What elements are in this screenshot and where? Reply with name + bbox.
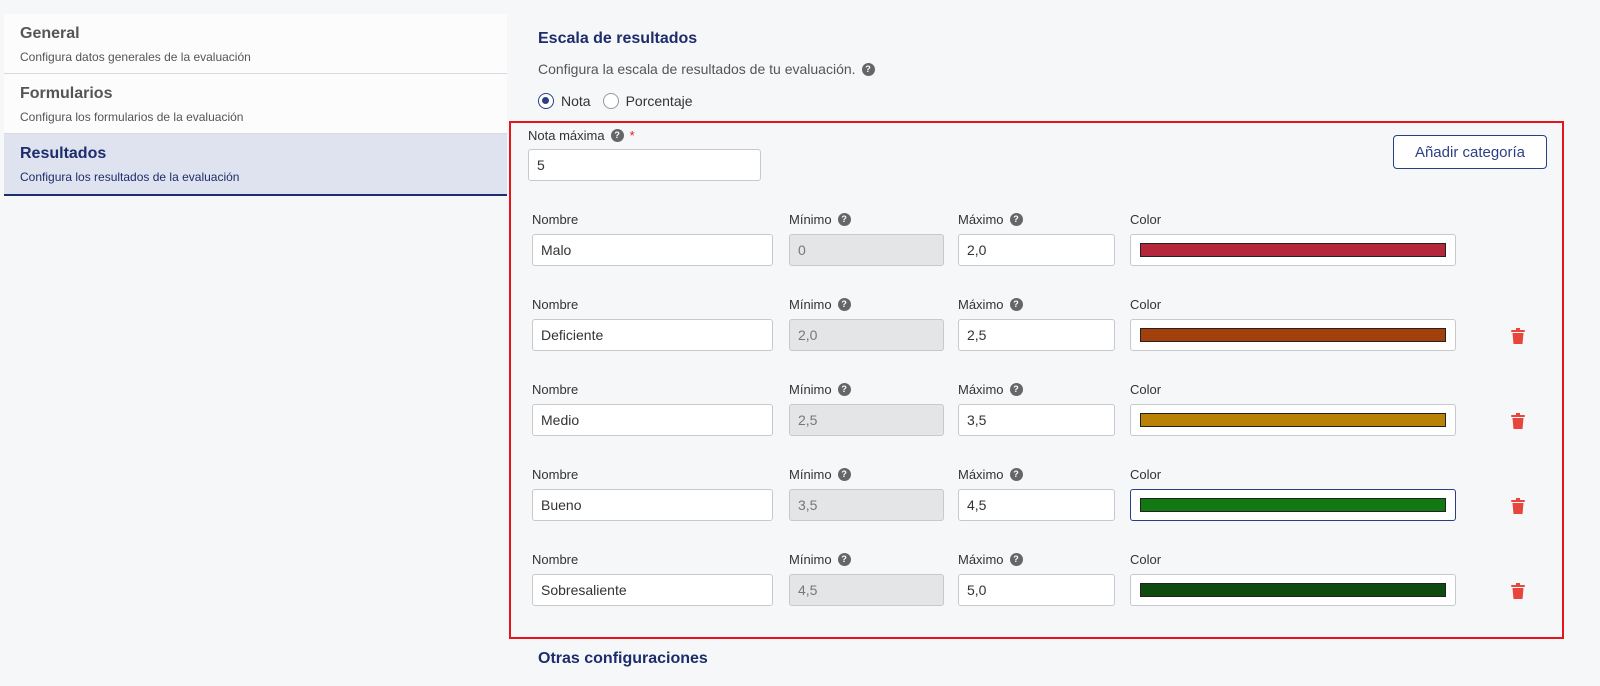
category-name-input[interactable]: Deficiente	[532, 319, 773, 351]
category-color-picker[interactable]	[1130, 574, 1456, 606]
other-settings-title: Otras configuraciones	[538, 650, 708, 667]
color-label: Color	[1130, 212, 1162, 227]
min-label-text: Mínimo	[789, 382, 832, 397]
radio-label: Nota	[561, 93, 591, 109]
category-name-input[interactable]: Medio	[532, 404, 773, 436]
min-label-text: Mínimo	[789, 297, 832, 312]
section-description-text: Configura la escala de resultados de tu …	[538, 61, 856, 77]
required-mark: *	[629, 128, 635, 143]
help-icon[interactable]: ?	[1009, 553, 1023, 566]
help-icon[interactable]: ?	[1009, 383, 1023, 396]
category-color-picker[interactable]	[1130, 234, 1456, 266]
help-icon[interactable]: ?	[1009, 213, 1023, 226]
min-label-text: Mínimo	[789, 552, 832, 567]
max-label: Máximo ?	[958, 297, 1023, 312]
help-icon[interactable]: ?	[837, 298, 851, 311]
color-swatch	[1140, 243, 1446, 257]
max-label-text: Máximo	[958, 297, 1004, 312]
help-icon[interactable]: ?	[837, 468, 851, 481]
category-max-input[interactable]: 2,5	[958, 319, 1115, 351]
radio-checked-icon[interactable]	[538, 93, 554, 109]
sidebar-item-title: Formularios	[20, 85, 113, 102]
category-color-picker[interactable]	[1130, 489, 1456, 521]
category-min-input: 4,5	[789, 574, 944, 606]
sidebar-item-title: Resultados	[20, 145, 107, 162]
help-icon[interactable]: ?	[837, 383, 851, 396]
min-label: Mínimo ?	[789, 212, 851, 227]
category-max-input[interactable]: 2,0	[958, 234, 1115, 266]
name-label: Nombre	[532, 382, 579, 397]
max-label: Máximo ?	[958, 467, 1023, 482]
color-label: Color	[1130, 297, 1162, 312]
category-min-input: 0	[789, 234, 944, 266]
trash-icon[interactable]	[1511, 328, 1525, 344]
color-label: Color	[1130, 467, 1162, 482]
trash-icon[interactable]	[1511, 498, 1525, 514]
category-max-input[interactable]: 4,5	[958, 489, 1115, 521]
help-icon[interactable]: ?	[610, 129, 624, 142]
settings-sidebar: General Configura datos generales de la …	[4, 14, 507, 196]
help-icon[interactable]: ?	[837, 213, 851, 226]
color-swatch	[1140, 583, 1446, 597]
sidebar-item-formularios[interactable]: Formularios Configura los formularios de…	[4, 74, 507, 134]
section-description: Configura la escala de resultados de tu …	[538, 61, 875, 77]
add-category-button[interactable]: Añadir categoría	[1393, 135, 1547, 169]
category-max-input[interactable]: 3,5	[958, 404, 1115, 436]
results-settings-panel: Escala de resultados Configura la escala…	[509, 0, 1600, 686]
max-label: Máximo ?	[958, 552, 1023, 567]
highlight-frame	[509, 121, 1564, 639]
scale-type-radio-group: Nota Porcentaje	[538, 93, 705, 109]
name-label: Nombre	[532, 467, 579, 482]
max-label-text: Máximo	[958, 552, 1004, 567]
sidebar-item-resultados[interactable]: Resultados Configura los resultados de l…	[4, 134, 507, 196]
sidebar-item-subtitle: Configura los formularios de la evaluaci…	[20, 110, 244, 124]
max-label-text: Máximo	[958, 467, 1004, 482]
radio-porcentaje[interactable]: Porcentaje	[602, 93, 693, 109]
help-icon[interactable]: ?	[1009, 298, 1023, 311]
max-label: Máximo ?	[958, 212, 1023, 227]
max-label-text: Máximo	[958, 382, 1004, 397]
color-label: Color	[1130, 382, 1162, 397]
min-label: Mínimo ?	[789, 382, 851, 397]
help-icon[interactable]: ?	[837, 553, 851, 566]
min-label: Mínimo ?	[789, 467, 851, 482]
max-label-text: Máximo	[958, 212, 1004, 227]
min-label: Mínimo ?	[789, 297, 851, 312]
category-min-input: 2,0	[789, 319, 944, 351]
name-label: Nombre	[532, 212, 579, 227]
max-label: Máximo ?	[958, 382, 1023, 397]
max-grade-input[interactable]: 5	[528, 149, 761, 181]
color-swatch	[1140, 328, 1446, 342]
min-label-text: Mínimo	[789, 212, 832, 227]
radio-nota[interactable]: Nota	[538, 93, 591, 109]
sidebar-item-title: General	[20, 25, 80, 42]
category-name-input[interactable]: Sobresaliente	[532, 574, 773, 606]
help-icon[interactable]: ?	[1009, 468, 1023, 481]
category-name-input[interactable]: Malo	[532, 234, 773, 266]
color-swatch	[1140, 498, 1446, 512]
category-name-input[interactable]: Bueno	[532, 489, 773, 521]
category-min-input: 2,5	[789, 404, 944, 436]
max-grade-label-text: Nota máxima	[528, 128, 605, 143]
sidebar-item-general[interactable]: General Configura datos generales de la …	[4, 14, 507, 74]
category-color-picker[interactable]	[1130, 404, 1456, 436]
radio-unchecked-icon[interactable]	[602, 93, 619, 109]
name-label: Nombre	[532, 297, 579, 312]
radio-label: Porcentaje	[625, 93, 693, 109]
min-label: Mínimo ?	[789, 552, 851, 567]
color-swatch	[1140, 413, 1446, 427]
trash-icon[interactable]	[1511, 583, 1525, 599]
category-max-input[interactable]: 5,0	[958, 574, 1115, 606]
sidebar-item-subtitle: Configura los resultados de la evaluació…	[20, 170, 240, 184]
help-icon[interactable]: ?	[861, 62, 875, 76]
min-label-text: Mínimo	[789, 467, 832, 482]
section-title: Escala de resultados	[538, 30, 698, 47]
trash-icon[interactable]	[1511, 413, 1525, 429]
sidebar-item-subtitle: Configura datos generales de la evaluaci…	[20, 50, 251, 64]
category-min-input: 3,5	[789, 489, 944, 521]
color-label: Color	[1130, 552, 1162, 567]
name-label: Nombre	[532, 552, 579, 567]
category-color-picker[interactable]	[1130, 319, 1456, 351]
max-grade-label: Nota máxima ? *	[528, 128, 635, 143]
